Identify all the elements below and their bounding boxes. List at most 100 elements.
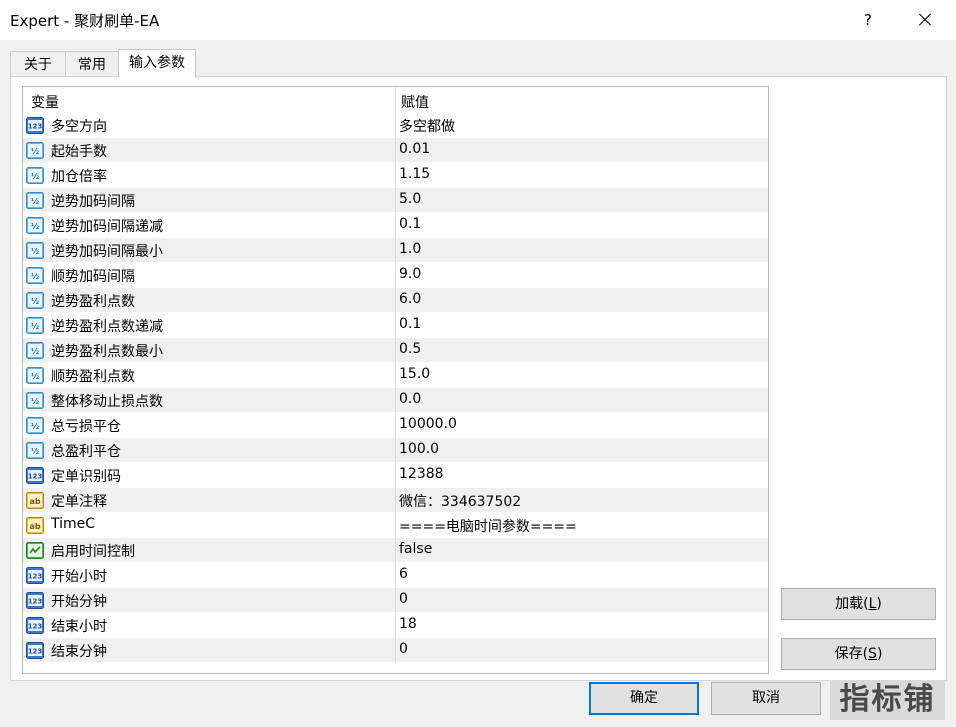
double-icon: ½: [26, 317, 44, 334]
table-row[interactable]: 123 结束分钟 0: [23, 638, 768, 663]
double-icon: ½: [26, 292, 44, 309]
variable-value[interactable]: 0: [399, 641, 408, 657]
double-icon: ½: [26, 267, 44, 284]
variable-value[interactable]: 18: [399, 616, 417, 632]
cell-divider: [395, 313, 396, 338]
load-button-label: 加载(: [835, 596, 869, 612]
column-header-value[interactable]: 赋值: [401, 92, 429, 112]
svg-text:½: ½: [31, 396, 39, 406]
table-row[interactable]: 123 开始分钟 0: [23, 588, 768, 613]
variable-name: 结束分钟: [51, 644, 107, 660]
double-icon: ½: [26, 142, 44, 159]
table-row[interactable]: 123 结束小时 18: [23, 613, 768, 638]
ok-button[interactable]: 确定: [589, 682, 699, 715]
table-row[interactable]: ab 定单注释 微信：334637502: [23, 488, 768, 513]
variable-value[interactable]: 9.0: [399, 266, 421, 282]
svg-text:½: ½: [31, 446, 39, 456]
svg-text:½: ½: [31, 421, 39, 431]
svg-text:½: ½: [31, 321, 39, 331]
cell-divider: [395, 163, 396, 188]
variable-name: 多空方向: [51, 119, 107, 135]
cell-divider: [395, 263, 396, 288]
variable-value[interactable]: 微信：334637502: [399, 491, 521, 511]
variable-name: 开始分钟: [51, 594, 107, 610]
variable-value[interactable]: 0.1: [399, 216, 421, 232]
close-icon[interactable]: [900, 0, 950, 40]
variable-value[interactable]: ====电脑时间参数====: [399, 516, 577, 536]
table-row[interactable]: ½ 整体移动止损点数 0.0: [23, 388, 768, 413]
table-row[interactable]: ½ 顺势加码间隔 9.0: [23, 263, 768, 288]
variable-value[interactable]: 0.5: [399, 341, 421, 357]
table-row[interactable]: 启用时间控制 false: [23, 538, 768, 563]
table-row[interactable]: ½ 起始手数 0.01: [23, 138, 768, 163]
table-row[interactable]: ½ 总盈利平仓 100.0: [23, 438, 768, 463]
column-divider[interactable]: [395, 87, 396, 113]
variable-name: 开始小时: [51, 569, 107, 585]
variable-value[interactable]: 100.0: [399, 441, 439, 457]
cell-divider: [395, 563, 396, 588]
table-row[interactable]: ½ 逆势盈利点数 6.0: [23, 288, 768, 313]
variable-name: 加仓倍率: [51, 169, 107, 185]
variable-name: 整体移动止损点数: [51, 394, 163, 410]
cell-divider: [395, 363, 396, 388]
table-row[interactable]: 123 定单识别码 12388: [23, 463, 768, 488]
variable-value[interactable]: false: [399, 541, 432, 557]
table-row[interactable]: ab TimeC ====电脑时间参数====: [23, 513, 768, 538]
svg-text:½: ½: [31, 171, 39, 181]
tab-about[interactable]: 关于: [10, 51, 66, 77]
save-button[interactable]: 保存(S): [781, 638, 936, 670]
column-header-variable[interactable]: 变量: [31, 92, 59, 112]
int-icon: 123: [26, 592, 44, 609]
svg-text:½: ½: [31, 221, 39, 231]
table-row[interactable]: ½ 逆势加码间隔最小 1.0: [23, 238, 768, 263]
table-row[interactable]: 123 开始小时 6: [23, 563, 768, 588]
double-icon: ½: [26, 442, 44, 459]
svg-text:123: 123: [28, 648, 43, 656]
svg-text:ab: ab: [29, 497, 40, 506]
help-button[interactable]: ?: [850, 0, 886, 40]
table-row[interactable]: ½ 逆势盈利点数递减 0.1: [23, 313, 768, 338]
svg-text:ab: ab: [29, 522, 40, 531]
table-row[interactable]: ½ 逆势加码间隔递减 0.1: [23, 213, 768, 238]
table-row[interactable]: ½ 总亏损平仓 10000.0: [23, 413, 768, 438]
variable-value[interactable]: 5.0: [399, 191, 421, 207]
grid-header: 变量 赋值: [23, 87, 768, 113]
svg-text:123: 123: [28, 473, 43, 481]
variable-value[interactable]: 1.15: [399, 166, 430, 182]
cell-divider: [395, 238, 396, 263]
variable-value[interactable]: 6.0: [399, 291, 421, 307]
cell-divider: [395, 288, 396, 313]
variable-value[interactable]: 6: [399, 566, 408, 582]
svg-text:123: 123: [28, 623, 43, 631]
tab-inputs[interactable]: 输入参数: [118, 49, 196, 78]
load-button[interactable]: 加载(L): [781, 588, 936, 620]
table-row[interactable]: ½ 加仓倍率 1.15: [23, 163, 768, 188]
tab-common[interactable]: 常用: [65, 51, 119, 77]
variable-value[interactable]: 0.0: [399, 391, 421, 407]
variable-value[interactable]: 多空都做: [399, 116, 455, 136]
svg-text:½: ½: [31, 371, 39, 381]
variable-name: 总盈利平仓: [51, 444, 121, 460]
int-icon: 123: [26, 117, 44, 134]
double-icon: ½: [26, 342, 44, 359]
variable-name: 结束小时: [51, 619, 107, 635]
table-row[interactable]: ½ 逆势加码间隔 5.0: [23, 188, 768, 213]
cell-divider: [395, 588, 396, 613]
table-row[interactable]: 123 多空方向 多空都做: [23, 113, 768, 138]
cancel-button[interactable]: 取消: [711, 682, 821, 715]
variable-name: 逆势盈利点数: [51, 294, 135, 310]
variable-value[interactable]: 15.0: [399, 366, 430, 382]
cell-divider: [395, 613, 396, 638]
load-button-end: ): [876, 596, 882, 612]
parameter-grid[interactable]: 变量 赋值 123 多空方向 多空都做 ½ 起始手数 0.01 ½ 加仓倍率 1.15 ½ 逆势加码…: [22, 86, 769, 674]
cell-divider: [395, 413, 396, 438]
variable-value[interactable]: 12388: [399, 466, 444, 482]
svg-text:123: 123: [28, 123, 43, 131]
variable-value[interactable]: 10000.0: [399, 416, 457, 432]
variable-value[interactable]: 1.0: [399, 241, 421, 257]
table-row[interactable]: ½ 逆势盈利点数最小 0.5: [23, 338, 768, 363]
variable-value[interactable]: 0.01: [399, 141, 430, 157]
variable-value[interactable]: 0: [399, 591, 408, 607]
variable-value[interactable]: 0.1: [399, 316, 421, 332]
table-row[interactable]: ½ 顺势盈利点数 15.0: [23, 363, 768, 388]
